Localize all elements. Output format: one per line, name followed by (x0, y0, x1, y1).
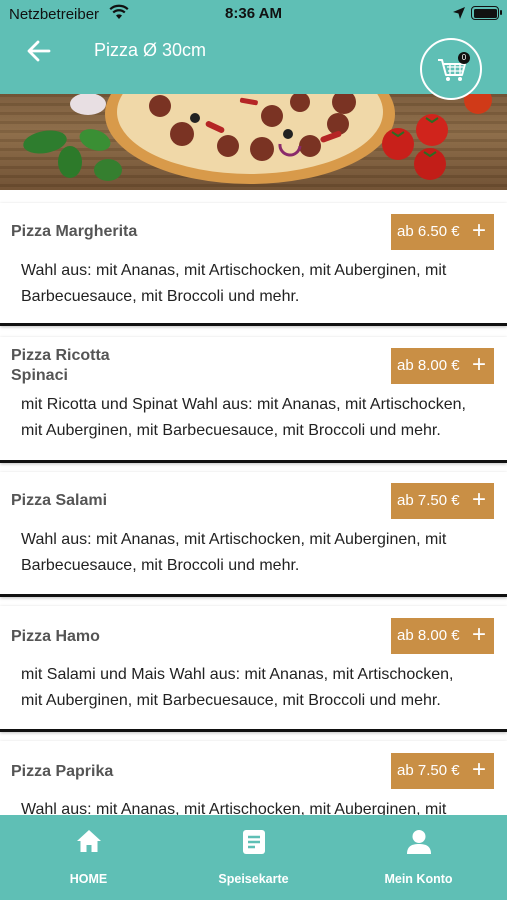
menu-item: Pizza Margherita ab 6.50 € + Wahl aus: m… (0, 203, 507, 326)
nav-home[interactable]: HOME (4, 815, 173, 900)
menu-card-icon (242, 830, 265, 854)
battery-icon (471, 6, 502, 20)
location-arrow-icon (453, 7, 465, 19)
add-to-cart-button[interactable]: ab 6.50 € + (391, 214, 494, 250)
item-name: Pizza Margherita (11, 223, 138, 240)
nav-label: Speisekarte (218, 872, 289, 886)
menu-item: Pizza Salami ab 7.50 € + Wahl aus: mit A… (0, 472, 507, 597)
item-description: mit Ricotta und Spinat Wahl aus: mit Ana… (21, 396, 466, 439)
page-title: Pizza Ø 30cm (94, 40, 207, 60)
item-name: Pizza Paprika (11, 763, 114, 780)
item-description: Wahl aus: mit Ananas, mit Artischocken, … (21, 262, 447, 305)
nav-speisekarte[interactable]: Speisekarte (169, 815, 338, 900)
cart-count-badge: 0 (458, 52, 470, 64)
pizza-banner-image (0, 94, 507, 190)
menu-item: Pizza Hamo ab 8.00 € + mit Salami und Ma… (0, 606, 507, 732)
add-to-cart-button[interactable]: ab 7.50 € + (391, 483, 494, 519)
price-label: ab 7.50 € (397, 492, 460, 509)
plus-icon: + (471, 486, 486, 513)
nav-label: Mein Konto (384, 872, 453, 886)
price-label: ab 7.50 € (397, 762, 460, 779)
item-name: Pizza Hamo (11, 628, 100, 645)
clock: 8:36 AM (225, 5, 282, 22)
back-arrow-icon[interactable] (24, 36, 54, 66)
plus-icon: + (471, 621, 486, 648)
item-name: Pizza Ricotta Spinaci (11, 347, 110, 384)
nav-mein-konto[interactable]: Mein Konto (334, 815, 503, 900)
plus-icon: + (471, 217, 486, 244)
add-to-cart-button[interactable]: ab 8.00 € + (391, 618, 494, 654)
price-label: ab 8.00 € (397, 357, 460, 374)
add-to-cart-button[interactable]: ab 7.50 € + (391, 753, 494, 789)
price-label: ab 8.00 € (397, 627, 460, 644)
item-description: Wahl aus: mit Ananas, mit Artischocken, … (21, 531, 447, 574)
plus-icon: + (471, 351, 486, 378)
user-icon (406, 830, 431, 854)
cart-button[interactable]: 0 (420, 38, 482, 100)
home-icon (76, 830, 101, 852)
plus-icon: + (471, 756, 486, 783)
add-to-cart-button[interactable]: ab 8.00 € + (391, 348, 494, 384)
bottom-navigation: HOME Speisekarte Mein Konto (0, 815, 507, 900)
item-name: Pizza Salami (11, 492, 108, 509)
nav-label: HOME (69, 872, 108, 886)
price-label: ab 6.50 € (397, 223, 460, 240)
status-bar: Netzbetreiber 8:36 AM (0, 0, 507, 28)
menu-item: Pizza Ricotta Spinaci ab 8.00 € + mit Ri… (0, 337, 507, 463)
item-description: mit Salami und Mais Wahl aus: mit Ananas… (21, 666, 454, 709)
